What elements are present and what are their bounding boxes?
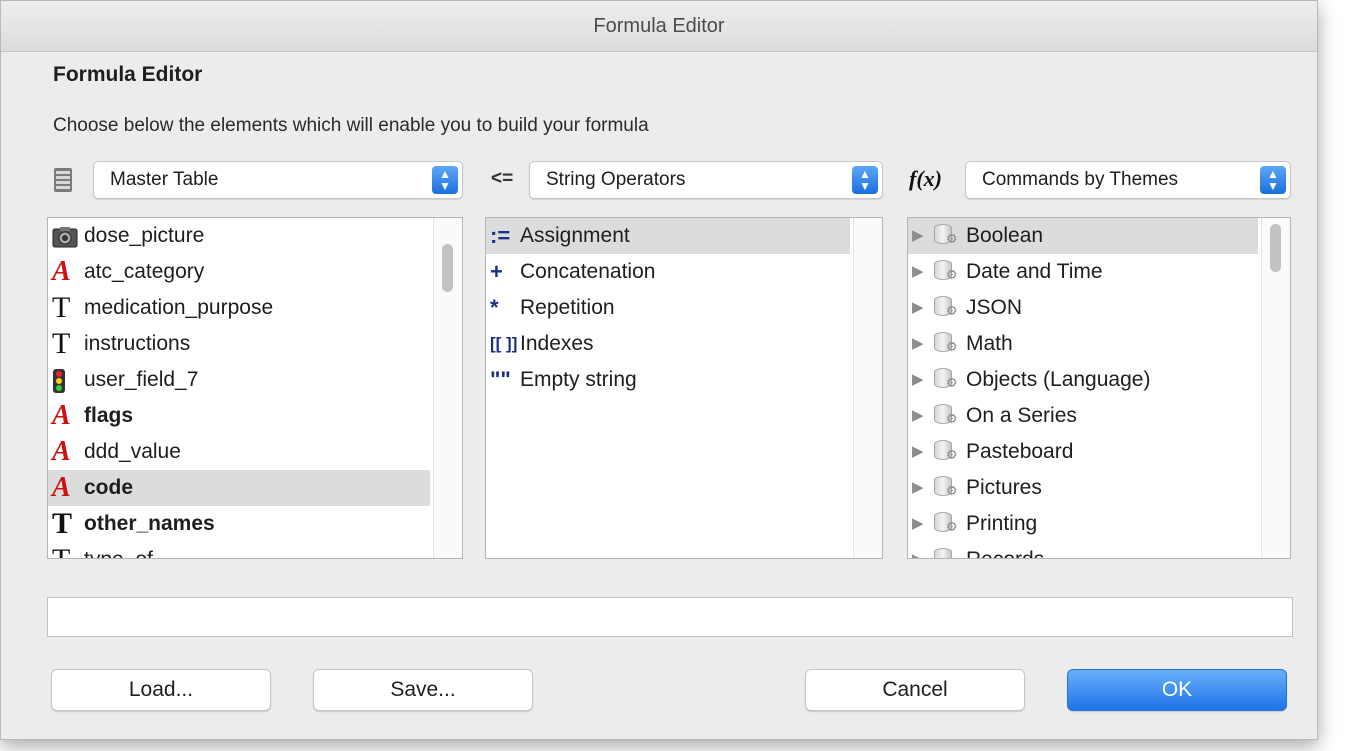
list-item[interactable]: "" Empty string bbox=[486, 362, 850, 398]
tree-item[interactable]: ▶⚙Records bbox=[908, 542, 1258, 558]
disclosure-triangle-icon[interactable]: ▶ bbox=[912, 398, 934, 434]
fields-scrollbar[interactable] bbox=[433, 218, 462, 558]
operators-list[interactable]: := Assignment + Concatenation * Repetition … bbox=[485, 217, 883, 559]
theme-folder-icon: ⚙ bbox=[934, 258, 960, 282]
table-selector[interactable]: Master Table ▲ ▼ bbox=[93, 161, 463, 199]
dialog-heading: Formula Editor bbox=[53, 63, 203, 86]
operators-scrollbar[interactable] bbox=[853, 218, 882, 558]
alpha-field-icon: A bbox=[52, 400, 71, 431]
tree-item[interactable]: ▶ ⚙ Date and Time bbox=[908, 254, 1258, 290]
disclosure-triangle-icon[interactable]: ▶ bbox=[912, 542, 934, 558]
formula-input[interactable] bbox=[47, 597, 1293, 637]
text-field-icon: T bbox=[52, 291, 71, 324]
ok-button[interactable]: OK bbox=[1067, 669, 1287, 711]
list-item[interactable]: Tother_names bbox=[48, 506, 430, 542]
table-icon bbox=[53, 167, 73, 193]
function-icon: f(x) bbox=[909, 166, 942, 191]
list-item[interactable]: Tinstructions bbox=[48, 326, 430, 362]
disclosure-triangle-icon[interactable]: ▶ bbox=[912, 326, 934, 362]
list-item[interactable]: dose_picture bbox=[48, 218, 430, 254]
disclosure-triangle-icon[interactable]: ▶ bbox=[912, 362, 934, 398]
tree-item[interactable]: ▶ ⚙ Printing bbox=[908, 506, 1258, 542]
tree-item[interactable]: ▶ ⚙ JSON bbox=[908, 290, 1258, 326]
popup-arrows-icon: ▲ ▼ bbox=[432, 166, 458, 194]
list-item[interactable]: Aflags bbox=[48, 398, 430, 434]
instructions-text: Choose below the elements which will ena… bbox=[53, 115, 649, 136]
disclosure-triangle-icon[interactable]: ▶ bbox=[912, 218, 934, 254]
disclosure-triangle-icon[interactable]: ▶ bbox=[912, 506, 934, 542]
list-item[interactable]: user_field_7 bbox=[48, 362, 430, 398]
command-theme-selector[interactable]: Commands by Themes ▲ ▼ bbox=[965, 161, 1291, 199]
text-field-icon: T bbox=[52, 542, 84, 558]
table-selector-value: Master Table bbox=[110, 169, 219, 190]
window-title: Formula Editor bbox=[1, 1, 1317, 52]
traffic-light-icon bbox=[52, 362, 84, 398]
disclosure-triangle-icon[interactable]: ▶ bbox=[912, 434, 934, 470]
asterisk-icon: * bbox=[490, 295, 499, 320]
assignment-icon: := bbox=[490, 223, 511, 248]
disclosure-triangle-icon[interactable]: ▶ bbox=[912, 470, 934, 506]
theme-folder-icon: ⚙ bbox=[934, 438, 960, 462]
list-item[interactable]: Aatc_category bbox=[48, 254, 430, 290]
theme-folder-icon: ⚙ bbox=[934, 366, 960, 390]
disclosure-triangle-icon[interactable]: ▶ bbox=[912, 290, 934, 326]
operator-category-selector[interactable]: String Operators ▲ ▼ bbox=[529, 161, 883, 199]
tree-item[interactable]: ▶ ⚙ Objects (Language) bbox=[908, 362, 1258, 398]
list-item[interactable]: Addd_value bbox=[48, 434, 430, 470]
plus-icon: + bbox=[490, 259, 503, 284]
command-themes-list[interactable]: ▶ ⚙ Boolean ▶ ⚙ Date and Time ▶ ⚙ JSON ▶ ⚙ Math … bbox=[907, 217, 1291, 559]
formula-editor-window: Formula Editor Formula Editor Choose bel… bbox=[0, 0, 1318, 740]
tree-item[interactable]: ▶ ⚙ Math bbox=[908, 326, 1258, 362]
tree-item[interactable]: ▶ ⚙ On a Series bbox=[908, 398, 1258, 434]
scrollbar-thumb[interactable] bbox=[442, 244, 453, 292]
alpha-field-icon: A bbox=[52, 436, 71, 467]
operator-icon: <= bbox=[491, 168, 514, 189]
scrollbar-thumb[interactable] bbox=[1270, 224, 1281, 272]
list-item-selected[interactable]: := Assignment bbox=[486, 218, 850, 254]
list-item-selected[interactable]: Acode bbox=[48, 470, 430, 506]
picture-field-icon bbox=[52, 218, 84, 254]
popup-arrows-icon: ▲ ▼ bbox=[1260, 166, 1286, 194]
operator-category-value: String Operators bbox=[546, 169, 686, 190]
command-theme-value: Commands by Themes bbox=[982, 169, 1179, 190]
theme-folder-icon: ⚙ bbox=[934, 510, 960, 534]
load-button[interactable]: Load... bbox=[51, 669, 271, 711]
alpha-field-icon: A bbox=[52, 256, 71, 287]
alpha-field-icon: A bbox=[52, 472, 71, 503]
tree-item[interactable]: ▶ ⚙ Pictures bbox=[908, 470, 1258, 506]
tree-item[interactable]: ▶ ⚙ Pasteboard bbox=[908, 434, 1258, 470]
quotes-icon: "" bbox=[490, 367, 511, 392]
fields-list[interactable]: dose_picture Aatc_category Tmedication_p… bbox=[47, 217, 463, 559]
list-item[interactable]: + Concatenation bbox=[486, 254, 850, 290]
list-item[interactable]: Tmedication_purpose bbox=[48, 290, 430, 326]
theme-folder-icon: ⚙ bbox=[934, 474, 960, 498]
theme-folder-icon: ⚙ bbox=[934, 330, 960, 354]
list-item[interactable]: [[ ]] Indexes bbox=[486, 326, 850, 362]
cancel-button[interactable]: Cancel bbox=[805, 669, 1025, 711]
theme-folder-icon: ⚙ bbox=[934, 546, 960, 558]
list-item[interactable]: Ttype_of bbox=[48, 542, 430, 558]
list-item[interactable]: * Repetition bbox=[486, 290, 850, 326]
tree-item-selected[interactable]: ▶ ⚙ Boolean bbox=[908, 218, 1258, 254]
theme-folder-icon: ⚙ bbox=[934, 222, 960, 246]
theme-folder-icon: ⚙ bbox=[934, 294, 960, 318]
theme-folder-icon: ⚙ bbox=[934, 402, 960, 426]
brackets-icon: [[ ]] bbox=[490, 334, 518, 353]
disclosure-triangle-icon[interactable]: ▶ bbox=[912, 254, 934, 290]
themes-scrollbar[interactable] bbox=[1261, 218, 1290, 558]
save-button[interactable]: Save... bbox=[313, 669, 533, 711]
text-field-icon: T bbox=[52, 507, 73, 540]
popup-arrows-icon: ▲ ▼ bbox=[852, 166, 878, 194]
text-field-icon: T bbox=[52, 327, 71, 360]
